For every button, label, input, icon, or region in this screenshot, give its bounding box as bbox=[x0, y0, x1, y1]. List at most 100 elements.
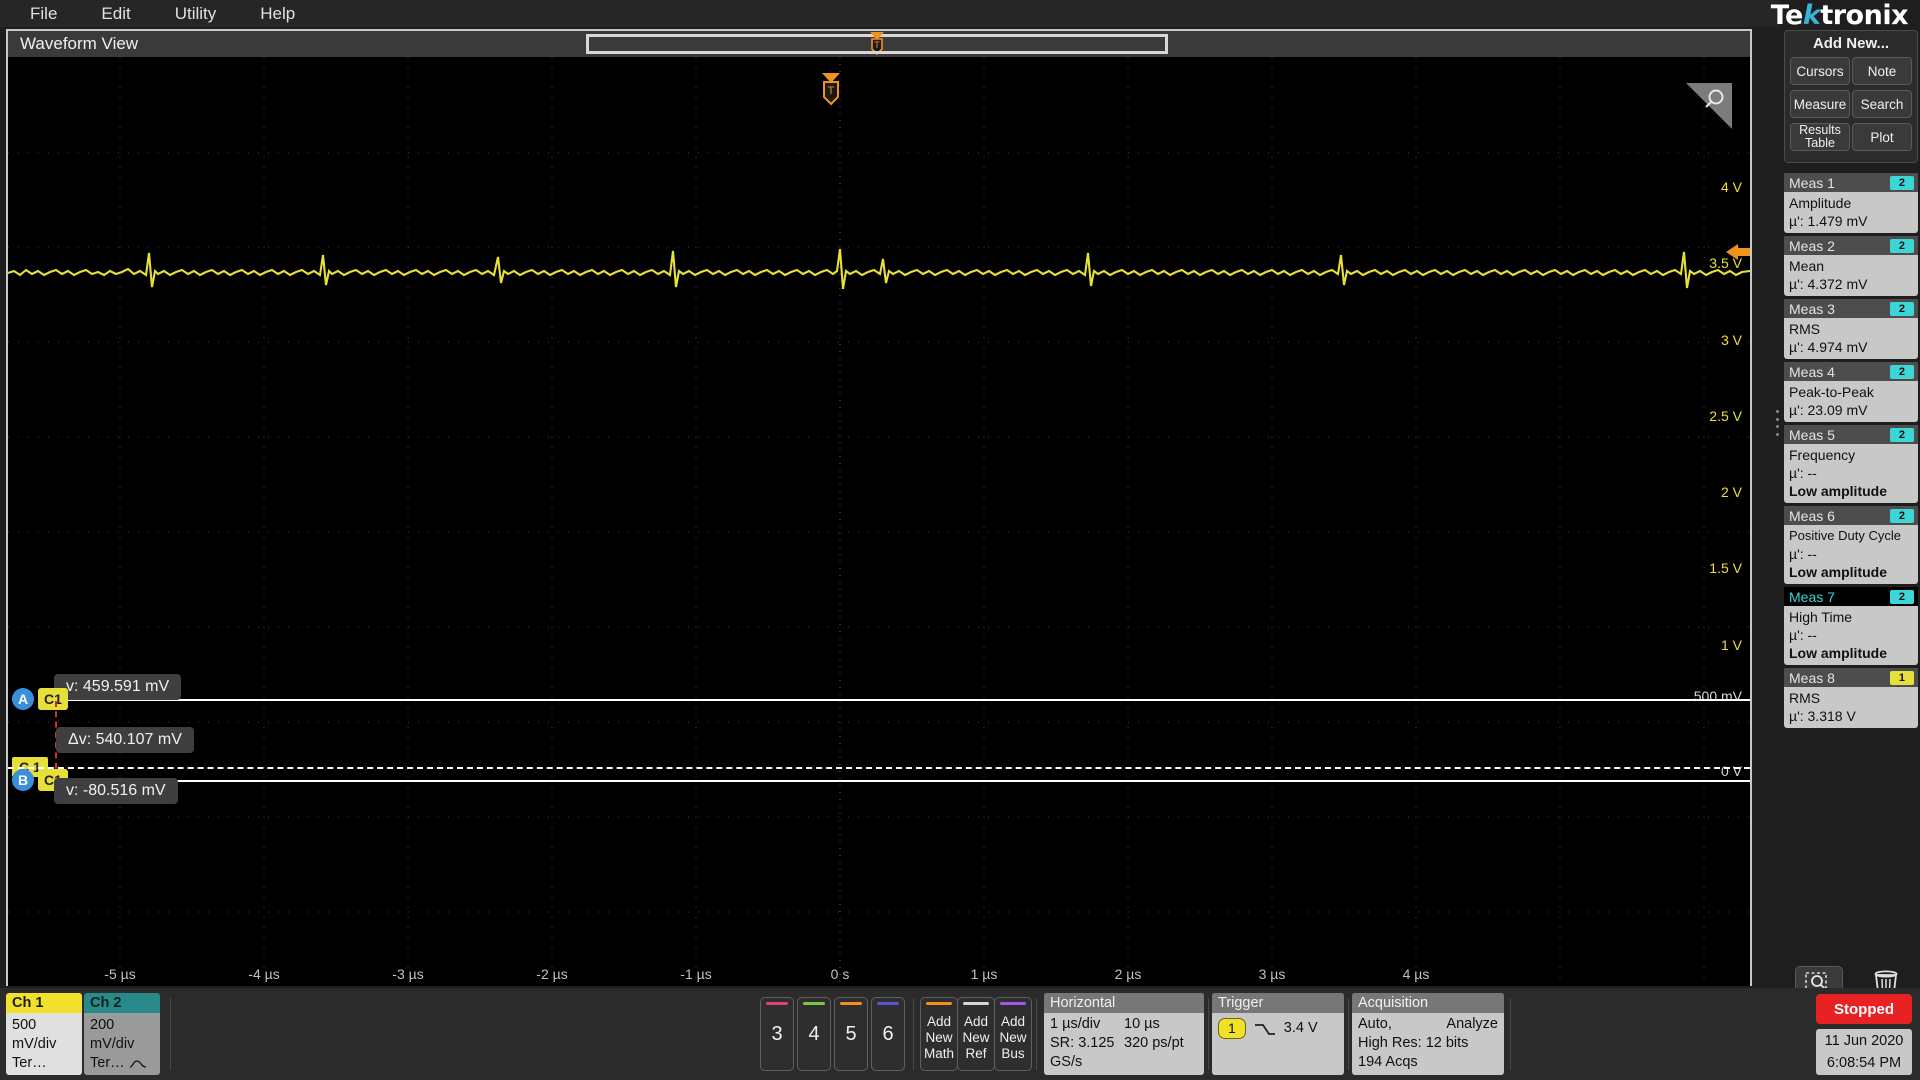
add-measure-button[interactable]: Measure bbox=[1790, 90, 1850, 118]
measurement-badge-header[interactable]: Meas 6 2 bbox=[1784, 506, 1918, 525]
x-tick-label: -2 µs bbox=[536, 966, 568, 982]
measurement-value: µ': -- bbox=[1789, 465, 1817, 481]
channel-6-button[interactable]: 6 bbox=[871, 997, 905, 1071]
y-tick-label: 1 V bbox=[1720, 637, 1742, 653]
add-new-ref-button[interactable]: Add New Ref bbox=[957, 997, 995, 1071]
waveform-plot-area[interactable]: T 4 V 3.5 V 3 V 2.5 V 2 V 1.5 V 1 V 500 … bbox=[8, 57, 1750, 986]
measurement-badge[interactable]: Meas 6 2 Positive Duty Cycle µ': -- Low … bbox=[1784, 506, 1918, 584]
acquisition-body: Auto, Analyze High Res: 12 bits 194 Acqs bbox=[1352, 1013, 1504, 1072]
cursor-a-handle[interactable]: A C1 bbox=[12, 688, 68, 710]
measurement-badge-header[interactable]: Meas 5 2 bbox=[1784, 425, 1918, 444]
cursor-a-label: A bbox=[12, 688, 34, 710]
x-tick-label: 0 s bbox=[830, 966, 850, 982]
channel-5-button[interactable]: 5 bbox=[834, 997, 868, 1071]
menu-item-edit[interactable]: Edit bbox=[79, 0, 152, 27]
measurement-badge-header[interactable]: Meas 1 2 bbox=[1784, 173, 1918, 192]
measurement-source-chip: 2 bbox=[1889, 175, 1914, 190]
add-new-panel: Add New... Cursors Note Measure Search R… bbox=[1784, 30, 1918, 163]
measurement-slot-label: Meas 6 bbox=[1789, 507, 1835, 524]
add-new-math-button[interactable]: Add New Math bbox=[920, 997, 958, 1071]
add-new-ref-label: Add New Ref bbox=[962, 1014, 990, 1061]
divider bbox=[913, 998, 914, 1070]
divider bbox=[1510, 998, 1511, 1070]
logo-accent-k: k bbox=[1802, 0, 1821, 31]
acquisition-analyze: Analyze bbox=[1446, 1016, 1498, 1032]
measurement-badge-selected[interactable]: Meas 7 2 High Time µ': -- Low amplitude bbox=[1784, 587, 1918, 665]
y-tick-label: 1.5 V bbox=[1709, 560, 1742, 576]
divider bbox=[1036, 998, 1037, 1070]
logo-text-suffix: tronix bbox=[1820, 0, 1908, 31]
bus-color-bar bbox=[1000, 1002, 1026, 1005]
measurement-value: µ': -- bbox=[1789, 627, 1817, 643]
waveform-view-panel: Waveform View T T 4 V 3.5 V 3 V 2.5 V 2 … bbox=[6, 29, 1752, 986]
x-tick-label: 1 µs bbox=[970, 966, 998, 982]
measurement-value: µ': 4.974 mV bbox=[1789, 339, 1868, 355]
measurement-badge-header[interactable]: Meas 7 2 bbox=[1784, 587, 1918, 606]
measurement-value: µ': 23.09 mV bbox=[1789, 402, 1868, 418]
add-results-table-button[interactable]: Results Table bbox=[1790, 123, 1850, 151]
measurement-badge-header[interactable]: Meas 3 2 bbox=[1784, 299, 1918, 318]
run-stop-status-button[interactable]: Stopped bbox=[1816, 994, 1912, 1024]
channel-3-color-bar bbox=[766, 1002, 788, 1005]
measurement-name: Peak-to-Peak bbox=[1789, 384, 1874, 400]
measurement-badge[interactable]: Meas 5 2 Frequency µ': -- Low amplitude bbox=[1784, 425, 1918, 503]
measurement-slot-label: Meas 3 bbox=[1789, 300, 1835, 317]
channel-1-body: 500 mV/div Ter… 350 MHz bbox=[6, 1013, 82, 1075]
measurement-slot-label: Meas 7 bbox=[1789, 588, 1835, 605]
channel-2-coupling: Ter… bbox=[90, 1055, 125, 1071]
measurement-badge[interactable]: Meas 2 2 Mean µ': 4.372 mV bbox=[1784, 236, 1918, 296]
measurement-badge-header[interactable]: Meas 8 1 bbox=[1784, 668, 1918, 687]
add-plot-button[interactable]: Plot bbox=[1852, 123, 1912, 151]
cursor-delta-readout: Δv: 540.107 mV bbox=[56, 727, 194, 753]
channel-1-bandwidth: 350 MHz bbox=[12, 1073, 82, 1075]
measurement-badge[interactable]: Meas 8 1 RMS µ': 3.318 V bbox=[1784, 668, 1918, 728]
trigger-panel[interactable]: Trigger 1 3.4 V bbox=[1212, 993, 1344, 1075]
channel-2-badge[interactable]: Ch 2 200 mV/div Ter… 350 MHz bbox=[84, 993, 160, 1075]
measurement-badge-body: RMS µ': 4.974 mV bbox=[1784, 318, 1918, 359]
sidebar-drag-handle[interactable] bbox=[1774, 410, 1780, 436]
trigger-source-badge[interactable]: 1 bbox=[1218, 1018, 1246, 1039]
measurement-badge[interactable]: Meas 4 2 Peak-to-Peak µ': 23.09 mV bbox=[1784, 362, 1918, 422]
ref-color-bar bbox=[963, 1002, 989, 1005]
channel-2-header[interactable]: Ch 2 bbox=[84, 993, 160, 1013]
channel-3-label: 3 bbox=[771, 1022, 783, 1045]
channel-3-button[interactable]: 3 bbox=[760, 997, 794, 1071]
measurement-badge-header[interactable]: Meas 4 2 bbox=[1784, 362, 1918, 381]
plot-grid-and-trace bbox=[8, 57, 1750, 986]
measurement-value: µ': 4.372 mV bbox=[1789, 276, 1868, 292]
overview-trigger-marker-icon[interactable]: T bbox=[868, 32, 886, 56]
zoom-corner-icon[interactable] bbox=[1686, 83, 1732, 129]
channel-6-label: 6 bbox=[882, 1022, 894, 1045]
horizontal-title: Horizontal bbox=[1044, 993, 1204, 1013]
cursor-b-line[interactable] bbox=[48, 780, 1750, 782]
menu-item-help[interactable]: Help bbox=[238, 0, 317, 27]
add-cursors-button[interactable]: Cursors bbox=[1790, 57, 1850, 85]
menu-item-utility[interactable]: Utility bbox=[153, 0, 239, 27]
page-title: Waveform View bbox=[20, 34, 139, 53]
acquisition-panel[interactable]: Acquisition Auto, Analyze High Res: 12 b… bbox=[1352, 993, 1504, 1075]
acquisition-resolution: High Res: 12 bits bbox=[1358, 1035, 1469, 1051]
add-new-bus-button[interactable]: Add New Bus bbox=[994, 997, 1032, 1071]
measurement-badge-body: Peak-to-Peak µ': 23.09 mV bbox=[1784, 381, 1918, 422]
cursor-a-line[interactable] bbox=[48, 699, 1750, 701]
ac-coupling-wave-icon bbox=[129, 1059, 146, 1068]
measurement-badge[interactable]: Meas 3 2 RMS µ': 4.974 mV bbox=[1784, 299, 1918, 359]
measurement-name: High Time bbox=[1789, 609, 1853, 625]
divider bbox=[1348, 998, 1349, 1070]
measurement-badge-header[interactable]: Meas 2 2 bbox=[1784, 236, 1918, 255]
right-sidebar: Add New... Cursors Note Measure Search R… bbox=[1775, 30, 1920, 1080]
horizontal-overview-bar[interactable]: T bbox=[586, 32, 1168, 56]
menu-item-file[interactable]: File bbox=[8, 0, 79, 27]
channel-4-button[interactable]: 4 bbox=[797, 997, 831, 1071]
add-search-button[interactable]: Search bbox=[1852, 90, 1912, 118]
trigger-position-marker-icon[interactable]: T bbox=[820, 73, 842, 107]
channel-1-header[interactable]: Ch 1 bbox=[6, 993, 82, 1013]
measurement-badge-body: Mean µ': 4.372 mV bbox=[1784, 255, 1918, 296]
measurement-badge[interactable]: Meas 1 2 Amplitude µ': 1.479 mV bbox=[1784, 173, 1918, 233]
measurement-slot-label: Meas 2 bbox=[1789, 237, 1835, 254]
horizontal-panel[interactable]: Horizontal 1 µs/div 10 µs SR: 3.125 GS/s… bbox=[1044, 993, 1204, 1075]
add-note-button[interactable]: Note bbox=[1852, 57, 1912, 85]
measurement-source-chip: 2 bbox=[1889, 508, 1914, 523]
channel-1-badge[interactable]: Ch 1 500 mV/div Ter… 350 MHz bbox=[6, 993, 82, 1075]
channel-2-bandwidth: 350 MHz bbox=[90, 1073, 160, 1075]
